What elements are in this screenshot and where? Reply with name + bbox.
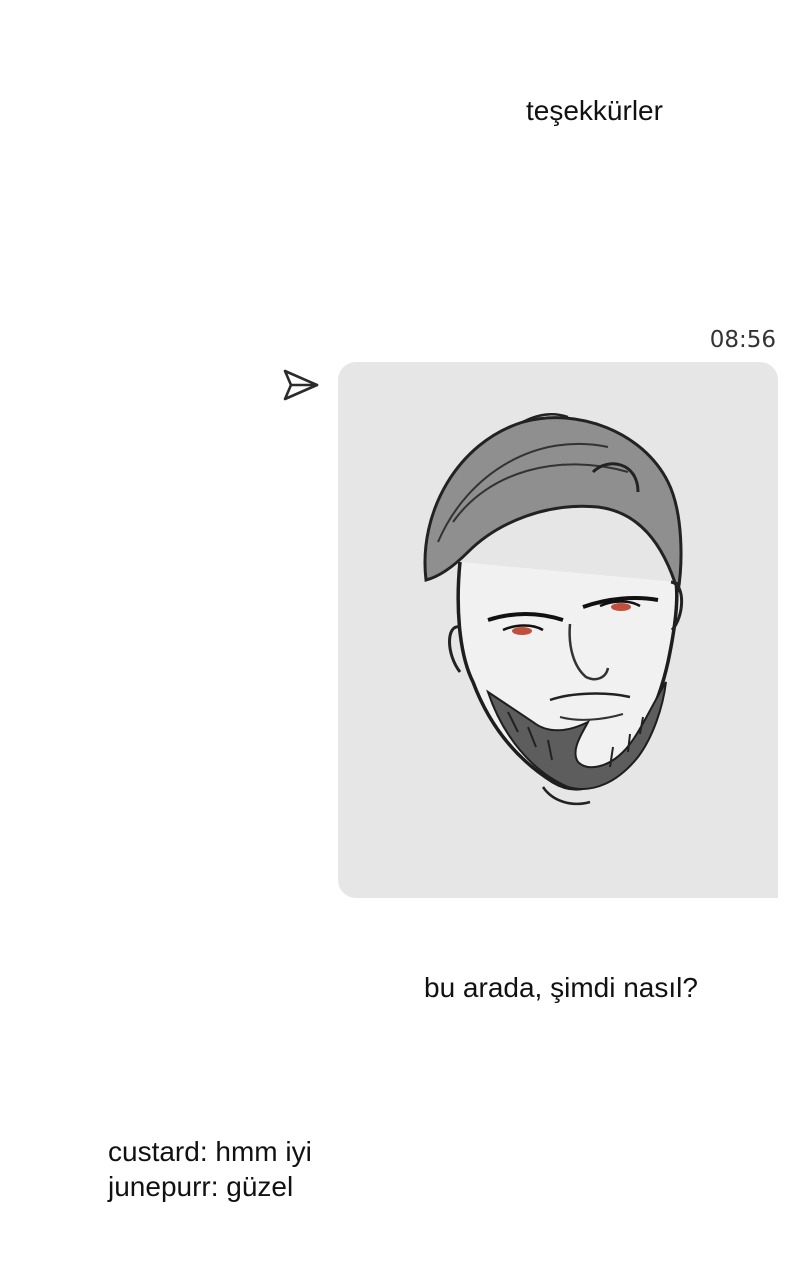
chat-line: custard: hmm iyi: [108, 1136, 312, 1167]
chat-line: junepurr: güzel: [108, 1171, 294, 1202]
sketch-portrait-image: [423, 413, 684, 806]
image-message-bubble[interactable]: [338, 362, 778, 898]
message-timestamp: 08:56: [709, 327, 776, 353]
message-followup: bu arada, şimdi nasıl?: [424, 972, 698, 1003]
send-icon[interactable]: [280, 366, 322, 404]
chat-overlay-lines: custard: hmm iyi junepurr: güzel: [108, 1134, 312, 1204]
message-thanks: teşekkürler: [526, 95, 663, 126]
